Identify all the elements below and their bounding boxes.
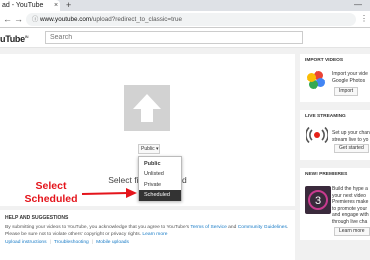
terms-of-service-link[interactable]: Terms of Service [190, 225, 226, 230]
premieres-card: NEW! PREMIERES 3 Build the hype a your n… [300, 168, 370, 240]
live-streaming-desc: Set up your chan stream live to yo [332, 130, 370, 143]
upload-arrow-icon[interactable] [124, 85, 170, 131]
learn-more-button[interactable]: Learn more [334, 227, 370, 236]
annotation-line-2: Scheduled [24, 193, 78, 205]
live-streaming-card: LIVE STREAMING Set up your chan stream l… [300, 110, 370, 160]
logo-text: uTube [0, 34, 25, 44]
help-links: Upload instructions | Troubleshooting | Mobi… [5, 240, 129, 245]
premieres-desc-line: Build the hype a [332, 186, 368, 192]
youtube-logo[interactable]: uTubeIN [0, 31, 29, 45]
premieres-icon: 3 [305, 186, 331, 214]
live-desc-line: stream live to yo [332, 136, 369, 143]
new-tab-button[interactable]: + [66, 0, 71, 11]
browser-tab-bar: ad - YouTube × + — [0, 0, 370, 11]
tab-close-icon[interactable]: × [54, 0, 58, 11]
google-photos-icon [307, 71, 325, 89]
search-input[interactable] [45, 31, 303, 44]
back-arrow-icon[interactable]: ← [3, 13, 12, 25]
import-videos-desc: Import your vide Google Photos [332, 71, 368, 84]
help-text-post: . [286, 225, 289, 230]
upload-instructions-link[interactable]: Upload instructions [5, 240, 47, 245]
help-text-pre: By submitting your videos to YouTube, yo… [5, 225, 191, 230]
live-streaming-icon [306, 127, 328, 143]
svg-text:3: 3 [315, 195, 321, 207]
annotation-arrow-icon [81, 188, 137, 198]
import-button[interactable]: Import [334, 87, 359, 96]
privacy-option-scheduled[interactable]: Scheduled [139, 190, 181, 201]
premieres-title: NEW! PREMIERES [305, 172, 348, 177]
live-streaming-title: LIVE STREAMING [305, 114, 346, 119]
premieres-desc: Build the hype a your next video Premier… [332, 186, 369, 225]
privacy-option-unlisted[interactable]: Unlisted [139, 169, 181, 180]
url-path: /upload?redirect_to_classic=true [91, 16, 182, 23]
mobile-uploads-link[interactable]: Mobile uploads [96, 240, 129, 245]
live-desc-line: Set up your chan [332, 130, 370, 136]
privacy-dropdown-menu: Public Unlisted Private Scheduled [138, 156, 182, 201]
help-text-and: and [226, 225, 238, 230]
help-panel: HELP AND SUGGESTIONS By submitting your … [0, 210, 295, 260]
import-desc-line: Google Photos [332, 77, 366, 84]
get-started-button[interactable]: Get started [334, 144, 369, 153]
forward-arrow-icon[interactable]: → [14, 13, 23, 25]
help-title: HELP AND SUGGESTIONS [5, 215, 69, 221]
browser-tab[interactable]: ad - YouTube × [0, 0, 60, 11]
logo-country-code: IN [24, 34, 29, 39]
troubleshooting-link[interactable]: Troubleshooting [54, 240, 89, 245]
help-text: By submitting your videos to YouTube, yo… [5, 224, 291, 238]
import-videos-title: IMPORT VIDEOS [305, 58, 344, 63]
premieres-desc-line: and engage with [332, 212, 369, 218]
browser-address-bar: ← → ⓘ www.youtube.com/upload?redirect_to_… [0, 11, 370, 28]
premieres-desc-line: Premieres make [332, 199, 369, 205]
url-host: www.youtube.com [40, 16, 92, 23]
annotation-line-1: Select [35, 180, 67, 192]
link-divider: | [49, 240, 51, 245]
help-text-line2: Please be sure not to violate others' co… [5, 232, 143, 237]
annotation-label: Select Scheduled [22, 180, 80, 206]
link-divider: | [91, 240, 94, 245]
tab-title: ad - YouTube [2, 2, 44, 9]
youtube-header: uTubeIN [0, 28, 370, 48]
privacy-dropdown-button[interactable]: Public ▾ [138, 144, 160, 154]
browser-menu-icon[interactable]: ⋮ [360, 13, 368, 25]
site-info-icon[interactable]: ⓘ [32, 13, 38, 26]
learn-more-link[interactable]: Learn more [142, 232, 167, 237]
import-videos-card: IMPORT VIDEOS Import your vide Google Ph… [300, 54, 370, 102]
premieres-desc-line: through live cha [332, 218, 368, 225]
community-guidelines-link[interactable]: Community Guidelines [238, 225, 287, 230]
url-input[interactable]: ⓘ www.youtube.com/upload?redirect_to_clas… [26, 13, 356, 26]
import-desc-line: Import your vide [332, 71, 368, 77]
window-minimize-button[interactable]: — [354, 0, 362, 9]
